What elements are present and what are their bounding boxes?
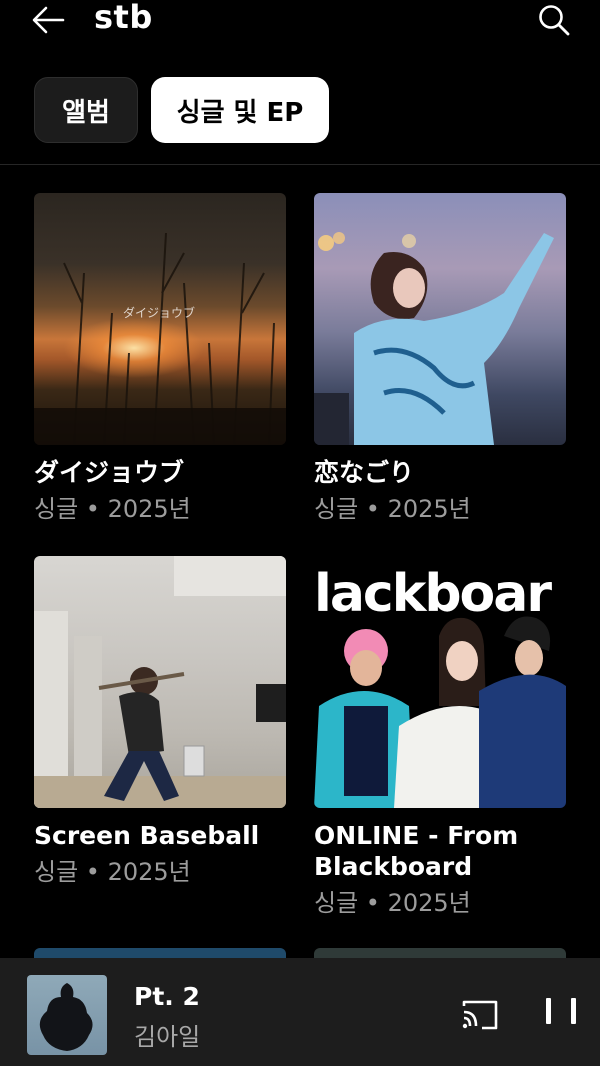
release-meta: 싱글 • 2025년 — [34, 495, 191, 523]
release-title: Screen Baseball — [34, 821, 260, 850]
search-button[interactable] — [532, 0, 576, 40]
divider — [0, 164, 600, 165]
release-meta: 싱글 • 2025년 — [314, 495, 471, 523]
release-card[interactable]: 恋なごり 싱글 • 2025년 — [314, 193, 566, 525]
back-button[interactable] — [28, 0, 68, 40]
arrow-left-icon — [32, 6, 65, 34]
portrait-shape — [314, 232, 554, 445]
release-meta: 싱글 • 2025년 — [34, 858, 191, 886]
pause-icon — [571, 998, 576, 1024]
pause-icon — [546, 998, 551, 1024]
cover-text: ダイジョウブ — [123, 306, 196, 320]
now-playing-title: Pt. 2 — [134, 982, 200, 1011]
album-cover — [314, 193, 566, 445]
now-playing-artist: 김아일 — [134, 1023, 201, 1051]
album-cover — [34, 556, 286, 808]
cast-icon — [462, 1000, 498, 1030]
album-cover: lackboar — [314, 556, 566, 808]
release-title: 恋なごり — [314, 458, 415, 487]
release-title: ダイジョウブ — [34, 458, 185, 487]
page-title: stb — [94, 0, 153, 36]
release-card[interactable]: ダイジョウブ ダイジョウブ 싱글 • 2025년 — [34, 193, 286, 525]
chip-singles-eps[interactable]: 싱글 및 EP — [151, 77, 329, 143]
now-playing-cover — [27, 975, 107, 1055]
release-card[interactable]: lackboar ONLINE - From Blackboard 싱글 • 2… — [314, 556, 566, 919]
release-title: ONLINE - From Blackboard — [314, 821, 519, 881]
release-meta: 싱글 • 2025년 — [314, 889, 471, 917]
release-card[interactable]: Screen Baseball 싱글 • 2025년 — [34, 556, 286, 888]
pause-button[interactable] — [546, 998, 576, 1032]
mini-player[interactable]: Pt. 2 김아일 — [0, 958, 600, 1066]
album-cover: ダイジョウブ — [34, 193, 286, 445]
cover-art-shape — [39, 983, 93, 1051]
screen: stb 앨범 싱글 및 EP ダイジョウブ ダイジョウブ 싱글 • 2025년 … — [0, 0, 600, 1066]
chip-albums[interactable]: 앨범 — [34, 77, 138, 143]
cast-button[interactable] — [460, 998, 500, 1032]
top-app-bar: stb — [0, 0, 600, 50]
search-icon — [539, 5, 570, 36]
room-scene — [34, 556, 286, 808]
band-photo — [314, 616, 566, 808]
